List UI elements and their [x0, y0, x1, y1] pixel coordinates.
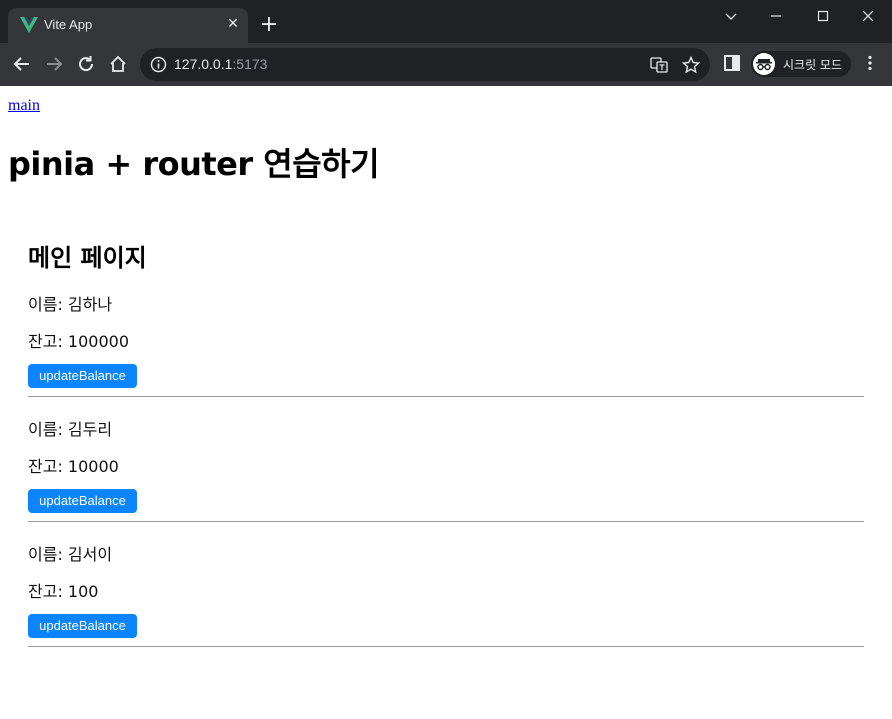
divider — [28, 521, 864, 522]
update-balance-button[interactable]: updateBalance — [28, 614, 137, 638]
site-info-icon[interactable] — [150, 56, 167, 73]
translate-icon[interactable] — [650, 56, 668, 74]
user-card: 이름: 김두리 잔고: 10000 updateBalance — [28, 411, 864, 536]
forward-icon[interactable] — [43, 53, 65, 75]
url-host: 127.0.0.1 — [174, 56, 233, 72]
divider — [28, 396, 864, 397]
back-icon[interactable] — [11, 53, 33, 75]
new-tab-icon[interactable]: + — [258, 14, 280, 36]
user-balance: 잔고: 100 — [28, 582, 99, 601]
user-name: 이름: 김두리 — [28, 420, 113, 439]
reload-icon[interactable] — [75, 53, 97, 75]
incognito-indicator[interactable]: 시크릿 모드 — [751, 51, 851, 77]
browser-tab-strip: Vite App ✕ + — [0, 0, 892, 43]
maximize-icon[interactable] — [813, 6, 833, 26]
url-text[interactable]: 127.0.0.1:5173 — [174, 56, 267, 72]
close-tab-icon[interactable]: ✕ — [224, 15, 242, 33]
user-name: 이름: 김하나 — [28, 295, 113, 314]
section-title: 메인 페이지 — [28, 244, 147, 272]
tab-title: Vite App — [44, 17, 93, 32]
divider — [28, 646, 864, 647]
home-icon[interactable] — [107, 53, 129, 75]
incognito-icon — [753, 53, 775, 75]
vue-logo-icon — [20, 17, 38, 33]
user-card: 이름: 김서이 잔고: 100 updateBalance — [28, 536, 864, 661]
nav-link-main[interactable]: main — [8, 97, 40, 115]
user-card: 이름: 김하나 잔고: 100000 updateBalance — [28, 286, 864, 411]
update-balance-button[interactable]: updateBalance — [28, 489, 137, 513]
more-menu-icon[interactable] — [860, 53, 880, 73]
user-name: 이름: 김서이 — [28, 545, 113, 564]
page-content: main pinia + router 연습하기 메인 페이지 이름: 김하나 … — [0, 86, 892, 719]
bookmark-star-icon[interactable] — [681, 55, 701, 75]
update-balance-button[interactable]: updateBalance — [28, 364, 137, 388]
incognito-label: 시크릿 모드 — [783, 58, 843, 72]
url-port: :5173 — [232, 56, 268, 72]
side-panel-icon[interactable] — [722, 53, 742, 73]
minimize-icon[interactable] — [766, 6, 786, 26]
user-balance: 잔고: 10000 — [28, 457, 119, 476]
address-bar[interactable]: 127.0.0.1:5173 — [140, 48, 710, 81]
user-balance: 잔고: 100000 — [28, 332, 129, 351]
browser-tab[interactable]: Vite App ✕ — [8, 8, 248, 43]
close-window-icon[interactable] — [858, 6, 878, 26]
browser-toolbar: 127.0.0.1:5173 시크릿 모드 — [0, 43, 892, 86]
page-heading: pinia + router 연습하기 — [8, 145, 380, 183]
tab-search-chevron-icon[interactable] — [721, 6, 741, 26]
